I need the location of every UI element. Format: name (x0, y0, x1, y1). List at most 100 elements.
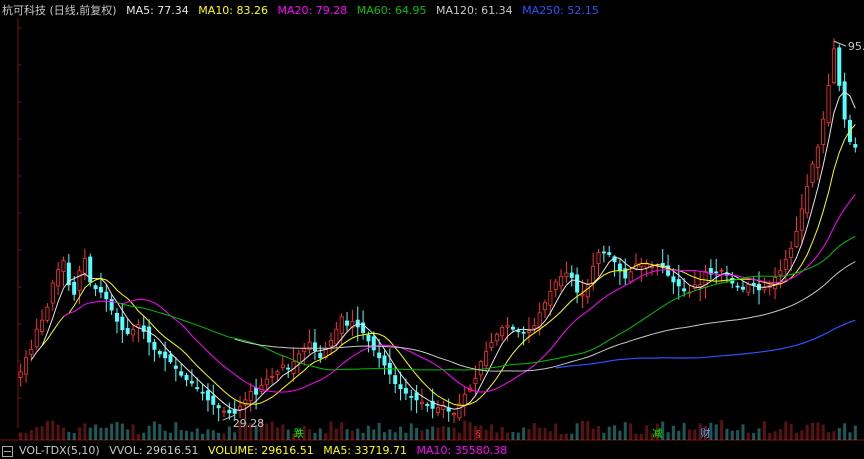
volume-bar (281, 424, 285, 440)
ma10-line (41, 124, 856, 406)
volume-bar (94, 424, 98, 440)
candle-body (484, 351, 489, 367)
candle-body (414, 392, 419, 401)
candle-body (205, 390, 210, 401)
candle-body (559, 275, 564, 287)
volume-bar (56, 424, 60, 440)
volume-bar (548, 431, 552, 440)
candle-body (345, 320, 350, 326)
volume-bar (190, 431, 194, 440)
volume-bar (431, 426, 435, 440)
volume-bar (61, 427, 65, 440)
candle-body (564, 272, 569, 278)
volume-bar (286, 429, 290, 440)
volume-bar (602, 432, 606, 440)
candle-body (452, 412, 457, 416)
volume-bar (554, 423, 558, 440)
volume-bar (131, 424, 135, 440)
candle-body (82, 257, 87, 274)
volume-bar (270, 421, 274, 440)
volume-bar (495, 432, 499, 440)
volume-bar (752, 432, 756, 440)
candle-body (516, 330, 521, 333)
candle-body (596, 252, 601, 265)
volume-bar (629, 423, 633, 440)
volume-bar (832, 431, 836, 440)
volume-bar (361, 432, 365, 440)
vol-indicator[interactable]: VOL-TDX(5,10) (19, 444, 100, 457)
candle-body (698, 284, 703, 287)
ma60-value: MA60: 64.95 (356, 4, 427, 17)
candle-body (254, 387, 259, 395)
candle-body (318, 353, 323, 359)
volume-bar (211, 430, 215, 440)
volume-bars (19, 420, 857, 440)
volume-bar (72, 432, 76, 440)
candle-body (114, 312, 119, 322)
volume-bar (324, 433, 328, 440)
ma5-line (30, 90, 856, 411)
volume-bar (516, 432, 520, 440)
volume-header: VOL-TDX(5,10) VVOL: 29616.51 VOLUME: 296… (2, 444, 513, 458)
candle-body (200, 391, 205, 394)
candle-body (163, 351, 168, 359)
volume-bar (19, 432, 23, 440)
volume-bar (78, 427, 82, 440)
volume-bar (377, 422, 381, 440)
volume-bar (51, 420, 55, 440)
volume-bar (217, 432, 221, 440)
candle-body (184, 374, 189, 381)
candle-body (746, 283, 751, 293)
volume-bar (511, 431, 515, 440)
candle-body (24, 357, 29, 375)
candle-body (61, 260, 66, 272)
candle-body (526, 330, 531, 333)
candle-body (585, 284, 590, 298)
candle-body (446, 407, 451, 412)
candle-body (831, 48, 836, 83)
candle-body (462, 393, 467, 406)
volume-bar (527, 428, 531, 440)
candle-body (473, 378, 478, 385)
candle-body (286, 367, 291, 370)
candle-body (152, 341, 157, 350)
volume-bar (768, 433, 772, 440)
volume-bar (687, 429, 691, 440)
volume-bar (736, 430, 740, 440)
candle-body (815, 146, 820, 168)
volume-bar (158, 424, 162, 440)
candle-body (532, 325, 537, 330)
volume-bar (677, 430, 681, 440)
candle-body (72, 281, 77, 295)
candle-body (500, 327, 505, 337)
volume-bar (29, 430, 33, 440)
volume-bar (24, 432, 28, 440)
candle-body (131, 329, 136, 336)
volume-bar (201, 433, 205, 440)
volume-bar (837, 427, 841, 440)
candle-body (195, 387, 200, 390)
collapse-icon[interactable] (2, 445, 13, 457)
candle-body (580, 293, 585, 297)
candle-body (328, 339, 333, 347)
candle-body (377, 352, 382, 359)
candle-body (120, 316, 125, 331)
volume-bar (233, 432, 237, 440)
candle-body (382, 355, 387, 366)
candle-body (617, 263, 622, 272)
vol-ma5-value: MA5: 33719.71 (323, 444, 407, 457)
candle-body (409, 395, 414, 398)
candle-body (339, 316, 344, 334)
kline-chart[interactable]: 95.88 29.28 跌 § 减 财 (0, 0, 864, 459)
candle-body (398, 384, 403, 390)
volume-bar (757, 428, 761, 440)
candle-body (98, 286, 103, 293)
volume-bar (645, 425, 649, 440)
event-marker: 跌 (294, 427, 304, 440)
stock-title[interactable]: 杭可科技 (日线,前复权) (2, 4, 117, 17)
volume-bar (746, 432, 750, 440)
candle-body (714, 271, 719, 274)
candle-body (425, 404, 430, 406)
candle-body (419, 401, 424, 405)
candle-body (173, 365, 178, 369)
